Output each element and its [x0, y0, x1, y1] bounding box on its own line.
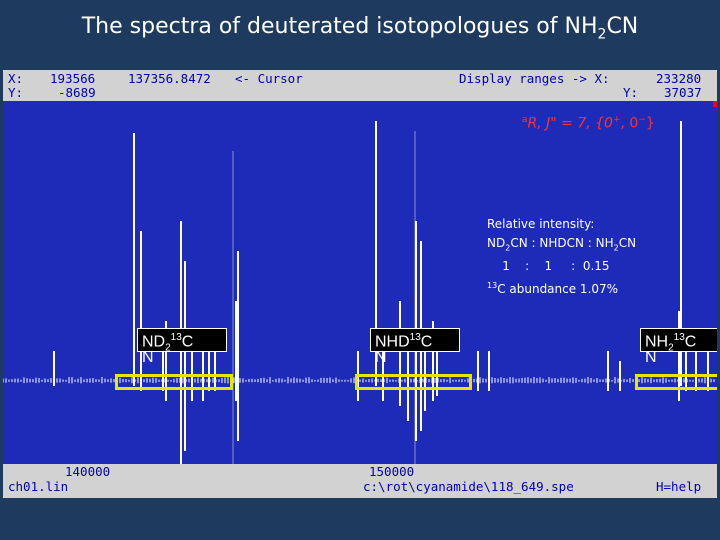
highlight-box-nh2	[635, 374, 717, 390]
y-label: Y:	[8, 85, 24, 100]
highlight-box-nhd	[355, 374, 472, 390]
highlight-box-nd2	[115, 374, 233, 390]
range-x-value: 233280	[656, 71, 702, 86]
help-hint[interactable]: H=help	[656, 480, 701, 494]
x-tick-140000: 140000	[65, 464, 111, 479]
label-nd2-13cn: ND213C N	[137, 328, 227, 366]
y-value: -8689	[58, 85, 96, 100]
spectrum-viewer-window: X: 193566 137356.8472 <- Cursor Y: -8689…	[3, 70, 717, 498]
intensity-isotopologues: ND2CN : NHDCN : NH2CN	[487, 236, 637, 253]
top-status-bar: X: 193566 137356.8472 <- Cursor Y: -8689…	[3, 70, 717, 101]
relative-intensity-note: Relative intensity: ND2CN : NHDCN : NH2C…	[487, 215, 636, 299]
label-nhd-13cn: NHD13C N	[370, 328, 460, 366]
spectrum-file-path: c:\rot\cyanamide\118_649.spe	[363, 479, 574, 494]
line-list-filename: ch01.lin	[8, 479, 69, 494]
range-y-value: 37037	[664, 85, 702, 100]
spectrum-plot[interactable]: aR, J" = 7, {0+, 0−} Relative intensity:…	[3, 101, 717, 464]
x-tick-150000: 150000	[369, 464, 415, 479]
intensity-title: Relative intensity:	[487, 217, 595, 231]
cursor-label: <- Cursor	[235, 71, 303, 86]
cursor-frequency: 137356.8472	[128, 71, 211, 86]
range-marker	[713, 101, 717, 107]
c13-abundance: 13C abundance 1.07%	[487, 281, 619, 297]
x-value: 193566	[50, 71, 96, 86]
display-ranges-label: Display ranges -> X:	[459, 71, 610, 86]
intensity-ratios: 1 : 1 : 0.15	[487, 259, 610, 274]
range-y-label: Y:	[623, 85, 639, 100]
label-nh2-13cn: NH213C N	[640, 328, 717, 366]
transition-annotation: aR, J" = 7, {0+, 0−}	[522, 115, 655, 132]
slide-title: The spectra of deuterated isotopologues …	[81, 14, 639, 43]
x-label: X:	[8, 71, 24, 86]
bottom-status-bar: 140000 150000 ch01.lin c:\rot\cyanamide\…	[3, 464, 717, 498]
